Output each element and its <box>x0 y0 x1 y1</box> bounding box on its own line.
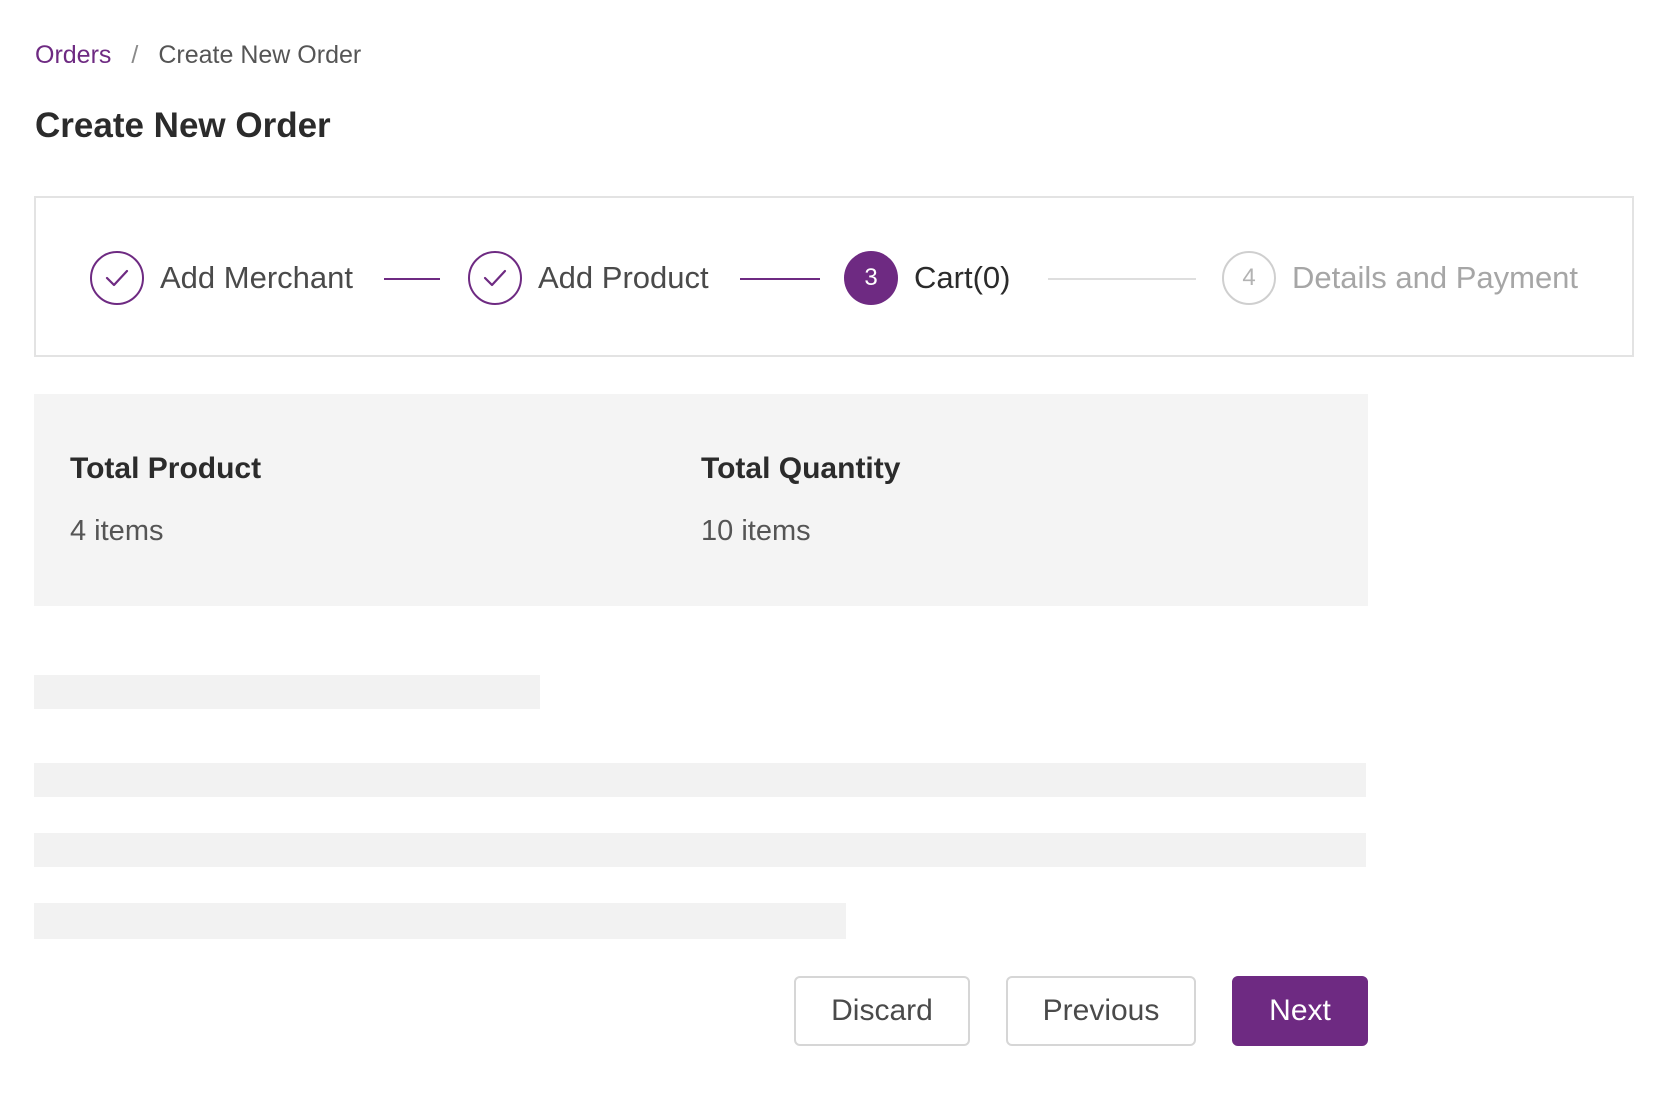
breadcrumb-current: Create New Order <box>158 41 362 69</box>
total-product-label: Total Product <box>70 452 262 485</box>
skeleton-line <box>34 833 1366 867</box>
skeleton-line <box>34 675 540 709</box>
step-label: Add Merchant <box>160 260 353 295</box>
previous-button[interactable]: Previous <box>1006 976 1196 1046</box>
step-add-product: Add Product <box>468 250 709 306</box>
skeleton-line <box>34 763 1366 797</box>
step-cart: 3 Cart(0) <box>844 250 1010 306</box>
step-details-payment: 4 Details and Payment <box>1222 250 1578 306</box>
discard-button[interactable]: Discard <box>794 976 970 1046</box>
step-label: Cart(0) <box>914 260 1011 295</box>
step-connector <box>384 278 440 280</box>
check-icon <box>90 251 144 305</box>
skeleton-line <box>34 903 846 939</box>
order-stepper: Add Merchant Add Product 3 Cart(0) 4 Det… <box>34 196 1634 357</box>
next-button[interactable]: Next <box>1232 976 1368 1046</box>
total-quantity-value: 10 items <box>701 515 811 547</box>
step-connector <box>1048 278 1196 280</box>
cart-summary-panel: Total Product 4 items Total Quantity 10 … <box>34 394 1368 606</box>
check-icon <box>468 251 522 305</box>
create-order-page: Orders / Create New Order Create New Ord… <box>0 0 1672 1120</box>
breadcrumb: Orders / Create New Order <box>35 38 361 72</box>
step-add-merchant: Add Merchant <box>90 250 353 306</box>
page-title: Create New Order <box>35 106 331 145</box>
total-quantity-label: Total Quantity <box>701 452 901 485</box>
total-quantity-block: Total Quantity 10 items <box>701 450 900 550</box>
step-number-badge: 3 <box>844 251 898 305</box>
step-number-badge: 4 <box>1222 251 1276 305</box>
step-label: Add Product <box>538 260 709 295</box>
breadcrumb-separator: / <box>131 41 139 69</box>
step-connector <box>740 278 820 280</box>
total-product-value: 4 items <box>70 515 164 547</box>
step-label: Details and Payment <box>1292 260 1579 295</box>
breadcrumb-orders-link[interactable]: Orders <box>35 38 111 72</box>
total-product-block: Total Product 4 items <box>70 450 261 550</box>
